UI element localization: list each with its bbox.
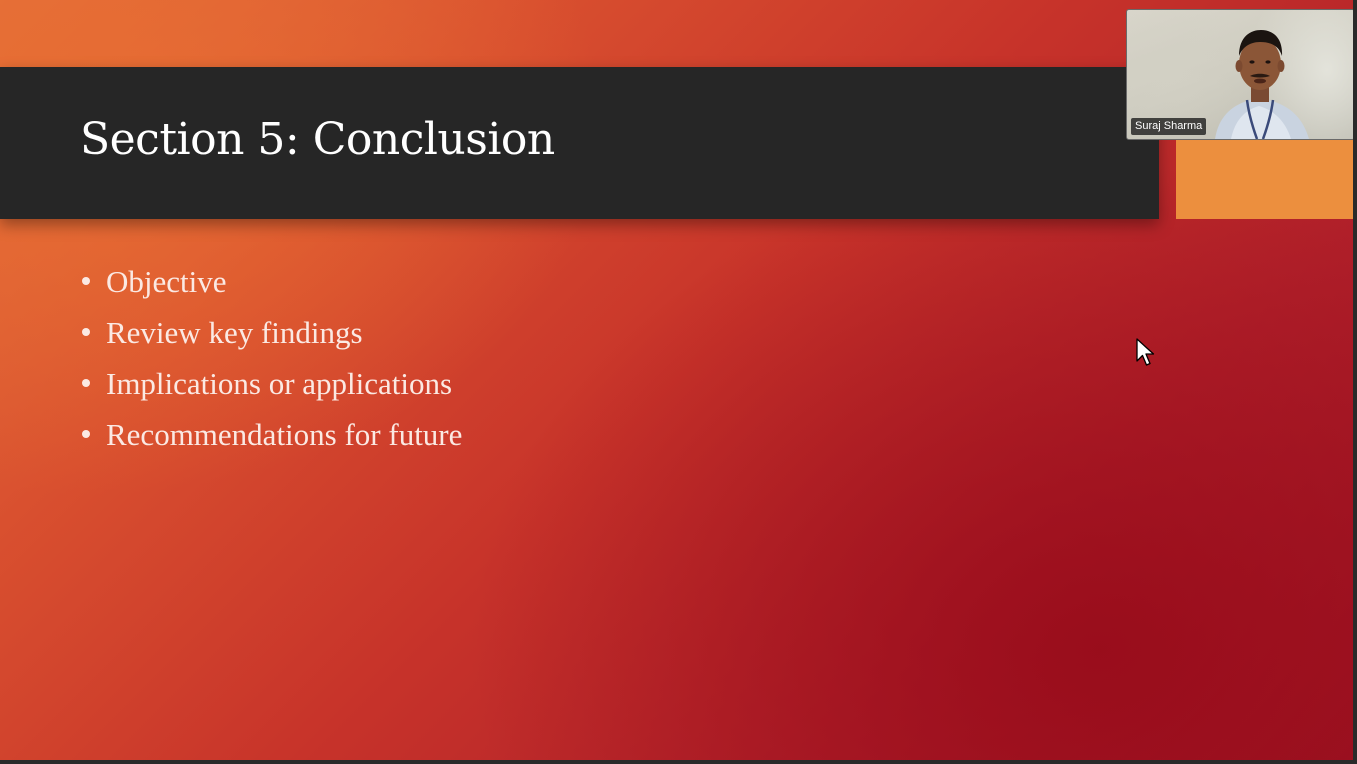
bullet-list: Objective Review key findings Implicatio… [80, 256, 462, 460]
bullet-text: Objective [106, 264, 227, 299]
bullet-icon [82, 430, 90, 438]
screen-share-view: Section 5: Conclusion Objective Review k… [0, 0, 1357, 764]
participant-video-feed [1215, 30, 1309, 139]
bullet-text: Review key findings [106, 315, 363, 350]
participant-name-label: Suraj Sharma [1131, 118, 1207, 135]
bullet-item: Review key findings [80, 307, 462, 358]
window-edge-bottom [0, 760, 1357, 764]
window-edge-right [1353, 0, 1357, 764]
mouse-pointer-icon [1136, 338, 1155, 366]
bullet-icon [82, 379, 90, 387]
bullet-icon [82, 277, 90, 285]
bullet-icon [82, 328, 90, 336]
accent-rectangle [1176, 137, 1353, 219]
bullet-text: Recommendations for future [106, 417, 463, 452]
bullet-text: Implications or applications [106, 366, 453, 401]
bullet-item: Objective [80, 256, 462, 307]
participant-video-tile[interactable]: Suraj Sharma [1126, 9, 1355, 140]
bullet-item: Recommendations for future [80, 409, 462, 460]
slide-title: Section 5: Conclusion [80, 114, 555, 165]
bullet-item: Implications or applications [80, 358, 462, 409]
